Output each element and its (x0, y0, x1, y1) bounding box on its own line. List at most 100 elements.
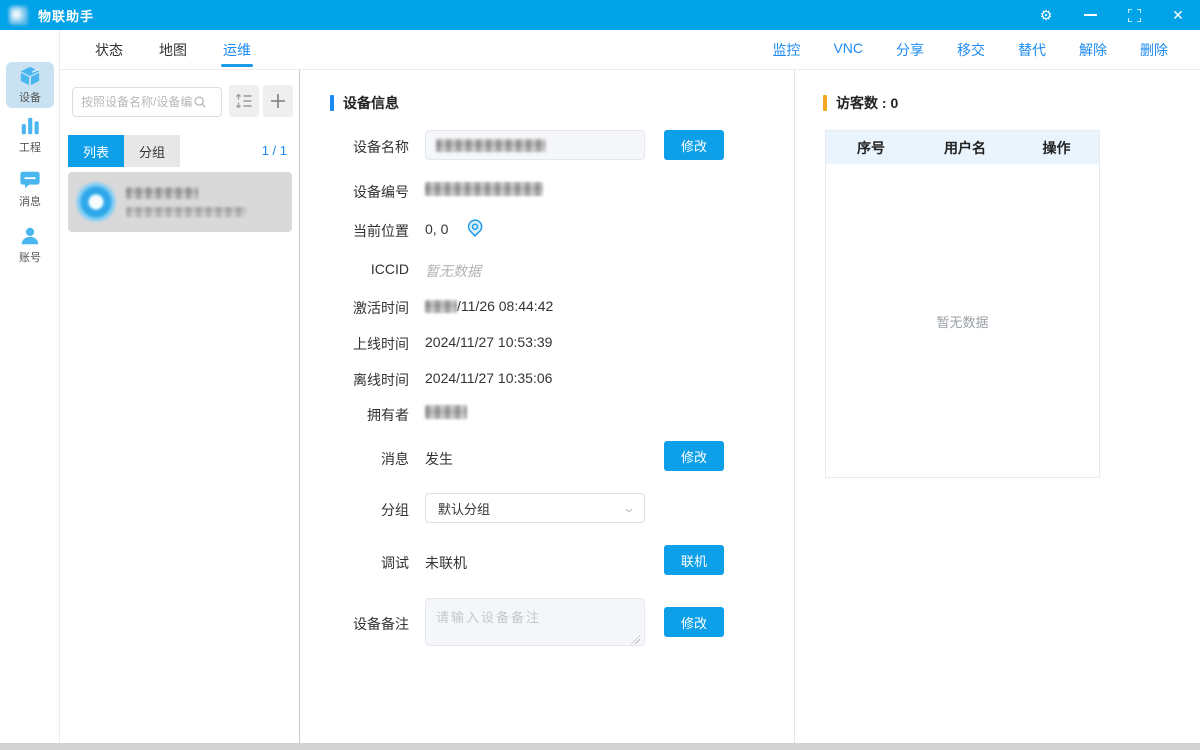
app-logo-icon (9, 6, 28, 25)
group-select-value: 默认分组 (438, 499, 490, 518)
nav-tabs: 状态 地图 运维 (95, 30, 251, 70)
field-label-iccid: ICCID (320, 261, 409, 277)
app-window: 物联助手 ⚙ ✕ 设备 工程 (0, 0, 1200, 750)
tab-operations[interactable]: 运维 (223, 30, 251, 70)
online-value: 2024/11/27 10:53:39 (425, 334, 552, 350)
sort-icon (235, 93, 253, 109)
sidebar-item-label: 账号 (19, 249, 41, 265)
sidebar-item-account[interactable]: 账号 (6, 222, 54, 268)
device-list-item[interactable] (68, 172, 292, 232)
field-label-owner: 拥有者 (320, 405, 409, 425)
sidebar-item-devices[interactable]: 设备 (6, 62, 54, 108)
field-label-name: 设备名称 (320, 137, 409, 157)
device-info-panel: 设备信息 设备名称 修改 设备编号 当前位置 0, 0 ICCID 暂无数据 激… (300, 70, 795, 743)
device-name-input[interactable] (425, 130, 645, 160)
search-icon (193, 95, 207, 109)
list-view-tabs: 列表 分组 (68, 135, 180, 167)
device-action-links: 监控 VNC 分享 移交 替代 解除 删除 (772, 40, 1200, 60)
settings-gear-icon[interactable]: ⚙ (1024, 0, 1068, 30)
device-search-input[interactable] (73, 95, 193, 109)
field-label-message: 消息 (320, 449, 409, 469)
sidebar: 设备 工程 消息 账号 (0, 30, 60, 743)
action-delete[interactable]: 删除 (1140, 40, 1168, 60)
pagination: 1 / 1 (262, 143, 287, 158)
visitor-table: 序号 用户名 操作 暂无数据 (825, 130, 1100, 478)
device-cube-icon (19, 65, 41, 87)
location-value: 0, 0 (425, 221, 448, 237)
message-value: 发生 (425, 449, 453, 469)
action-substitute[interactable]: 替代 (1018, 40, 1046, 60)
action-monitor[interactable]: 监控 (772, 40, 800, 60)
modify-message-button[interactable]: 修改 (664, 441, 724, 471)
field-label-activated: 激活时间 (320, 298, 409, 318)
visitor-table-header: 序号 用户名 操作 (826, 131, 1099, 164)
chat-bubble-icon (19, 169, 41, 191)
app-title: 物联助手 (38, 6, 94, 25)
minimize-icon[interactable] (1068, 0, 1112, 30)
activated-value: /11/26 08:44:42 (425, 298, 553, 314)
modify-name-button[interactable]: 修改 (664, 130, 724, 160)
sidebar-item-label: 设备 (19, 89, 41, 105)
device-list-panel: 列表 分组 1 / 1 (60, 70, 300, 743)
bar-chart-icon (19, 115, 41, 137)
field-label-location: 当前位置 (320, 221, 409, 241)
field-label-group: 分组 (320, 500, 409, 520)
debug-value: 未联机 (425, 553, 467, 573)
window-controls: ⚙ ✕ (1024, 0, 1200, 30)
window-bottom-edge (0, 743, 1200, 750)
device-search (72, 87, 222, 117)
connect-button[interactable]: 联机 (664, 545, 724, 575)
field-label-online: 上线时间 (320, 334, 409, 354)
sidebar-item-label: 消息 (19, 193, 41, 209)
tab-list-view[interactable]: 列表 (68, 135, 124, 167)
visitor-table-body: 暂无数据 (826, 164, 1099, 479)
plus-icon (270, 93, 286, 109)
action-transfer[interactable]: 移交 (957, 40, 985, 60)
tab-group-view[interactable]: 分组 (124, 135, 180, 167)
redacted-device-name-value (436, 139, 546, 152)
tabbar: 状态 地图 运维 监控 VNC 分享 移交 替代 解除 删除 (60, 30, 1200, 70)
iccid-value: 暂无数据 (425, 261, 481, 281)
field-label-debug: 调试 (320, 553, 409, 573)
sidebar-item-messages[interactable]: 消息 (6, 166, 54, 212)
group-select[interactable]: 默认分组 ⌄ (425, 493, 645, 523)
section-accent-bar (330, 95, 334, 111)
modify-remark-button[interactable]: 修改 (664, 607, 724, 637)
col-username: 用户名 (916, 138, 1014, 158)
action-share[interactable]: 分享 (896, 40, 924, 60)
offline-value: 2024/11/27 10:35:06 (425, 370, 552, 386)
tab-map[interactable]: 地图 (159, 30, 187, 70)
titlebar: 物联助手 ⚙ ✕ (0, 0, 1200, 30)
visitor-header: 访客数 : 0 (823, 93, 898, 113)
visitor-panel: 访客数 : 0 序号 用户名 操作 暂无数据 (795, 70, 1200, 743)
redacted-device-id (126, 207, 246, 217)
sort-button[interactable] (229, 85, 259, 117)
redacted-year (425, 300, 457, 313)
maximize-icon[interactable] (1112, 0, 1156, 30)
location-pin-icon[interactable] (465, 217, 485, 239)
device-info-header: 设备信息 (330, 93, 399, 113)
redacted-serial-value (425, 182, 543, 196)
sidebar-item-label: 工程 (19, 139, 41, 155)
sidebar-item-projects[interactable]: 工程 (6, 112, 54, 158)
tab-status[interactable]: 状态 (95, 30, 123, 70)
visitor-count-title: 访客数 : 0 (836, 93, 898, 113)
section-accent-bar (823, 95, 827, 111)
remark-textarea[interactable] (425, 598, 645, 646)
close-icon[interactable]: ✕ (1156, 0, 1200, 30)
field-label-serial: 设备编号 (320, 182, 409, 202)
section-title: 设备信息 (343, 93, 399, 113)
col-index: 序号 (826, 138, 916, 158)
user-icon (19, 225, 41, 247)
col-operation: 操作 (1014, 138, 1099, 158)
redacted-device-name (126, 187, 198, 199)
redacted-owner-value (425, 405, 467, 419)
device-avatar (76, 182, 116, 222)
field-label-offline: 离线时间 (320, 370, 409, 390)
add-device-button[interactable] (263, 85, 293, 117)
field-label-remark: 设备备注 (320, 614, 409, 634)
action-unbind[interactable]: 解除 (1079, 40, 1107, 60)
empty-state-text: 暂无数据 (936, 312, 988, 331)
action-vnc[interactable]: VNC (833, 40, 863, 60)
chevron-down-icon: ⌄ (622, 501, 636, 515)
